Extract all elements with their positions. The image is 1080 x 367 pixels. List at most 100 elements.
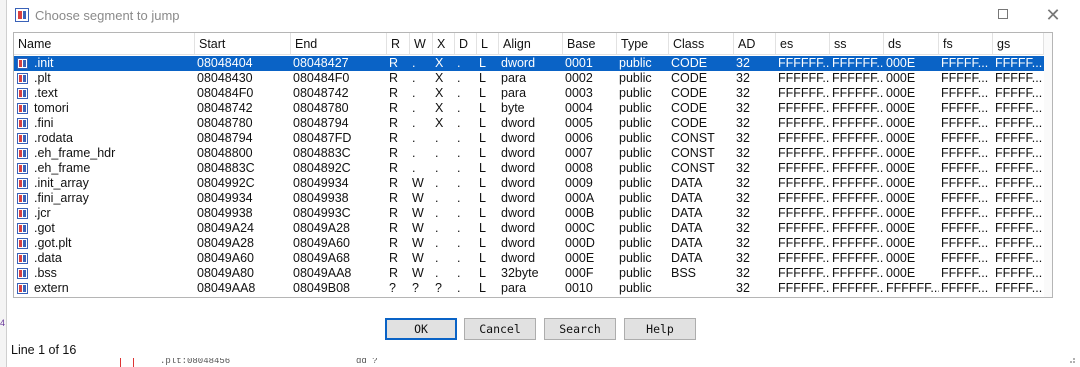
cell-gs: FFFFF... [995,251,1043,265]
cell-end: 080484F0 [293,71,350,85]
segment-icon [17,118,28,129]
column-header-cls[interactable]: Class [669,33,734,55]
cell-align: dword [501,116,536,130]
cell-x: . [435,236,439,250]
cell-type: public [619,221,652,235]
ok-button[interactable]: OK [385,318,457,340]
segment-icon [17,163,28,174]
table-row[interactable]: .text 080484F0 08048742 R. X. Lpara 0003 public… [14,86,1044,101]
cell-w: W [412,251,424,265]
cell-name: .text [34,86,58,100]
table-row[interactable]: .fini 08048780 08048794 R. X. Ldword 0005 publi… [14,116,1044,131]
cell-x: . [435,146,439,160]
column-header-ad[interactable]: AD [734,33,776,55]
cell-align: para [501,281,527,295]
cell-w: W [412,206,424,220]
cell-cls: DATA [671,176,703,190]
cell-l: L [479,191,486,205]
cell-x: . [435,176,439,190]
cancel-button[interactable]: Cancel [464,318,536,340]
cell-base: 0006 [565,131,593,145]
cell-ad: 32 [736,236,750,250]
cell-start: 08048430 [197,71,253,85]
table-row[interactable]: .init_array 0804992C 08049934 R W.. Ldword 000… [14,176,1044,191]
cell-name: .data [34,251,62,265]
table-row[interactable]: .init 08048404 08048427 R. X. Ldword 0001 publi… [14,56,1044,71]
table-row[interactable]: .eh_frame_hdr 08048800 0804883C R... Ldword 0… [14,146,1044,161]
column-header-end[interactable]: End [291,33,387,55]
cell-x: X [435,101,444,115]
table-row[interactable]: .eh_frame 0804883C 0804892C R... Ldword 0008 p… [14,161,1044,176]
column-header-x[interactable]: X [433,33,455,55]
table-row[interactable]: .jcr 08049938 0804993C R W.. Ldword 000B public… [14,206,1044,221]
column-header-l[interactable]: L [477,33,499,55]
cell-ds: 000E [886,116,916,130]
column-header-r[interactable]: R [387,33,410,55]
cell-base: 000D [565,236,595,250]
column-header-start[interactable]: Start [195,33,291,55]
cell-start: 080484F0 [197,86,254,100]
cell-ad: 32 [736,101,750,115]
cell-ds: 000E [886,176,916,190]
column-header-w[interactable]: W [410,33,433,55]
column-header-fs[interactable]: fs [939,33,993,55]
table-row[interactable]: .bss 08049A80 08049AA8 R W.. L 32byte 000F publi… [14,266,1044,281]
cell-end: 0804883C [293,146,351,160]
table-row[interactable]: tomori 08048742 08048780 R. X. Lbyte 0004 publi… [14,101,1044,116]
column-header-ss[interactable]: ss [830,33,884,55]
cell-ad: 32 [736,251,750,265]
segment-icon [17,253,28,264]
cell-es: FFFFFF... [778,71,830,85]
column-header-d[interactable]: D [455,33,477,55]
table-row[interactable]: .data 08049A60 08049A68 R W.. Ldword 000E publi… [14,251,1044,266]
cell-base: 000A [565,191,595,205]
cell-cls: DATA [671,236,703,250]
cell-l: L [479,266,486,280]
cell-es: FFFFFF... [778,161,830,175]
cell-w: W [412,191,424,205]
column-header-type[interactable]: Type [617,33,669,55]
cell-es: FFFFFF... [778,236,830,250]
column-header-ds[interactable]: ds [884,33,939,55]
cell-base: 0008 [565,161,593,175]
cell-ss: FFFFFF... [832,251,884,265]
cell-es: FFFFFF... [778,116,830,130]
title-bar[interactable]: Choose segment to jump ✕ [7,0,1080,32]
segment-list[interactable]: Name Start End R W X D L Align Base Type Class AD es s… [13,32,1053,298]
cell-align: dword [501,131,536,145]
cell-start: 08048794 [197,131,253,145]
segment-icon [17,88,28,99]
column-header-es[interactable]: es [776,33,830,55]
cell-base: 0010 [565,281,593,295]
cell-ad: 32 [736,71,750,85]
column-header-gs[interactable]: gs [993,33,1044,55]
cell-end: 08048780 [293,101,349,115]
background-mark: 4 [0,318,6,328]
cell-ss: FFFFFF... [832,161,884,175]
cell-d: . [457,236,461,250]
table-row[interactable]: .rodata 08048794 080487FD R... Ldword 0006 pub… [14,131,1044,146]
resize-grip-icon[interactable] [1066,354,1076,364]
cell-ad: 32 [736,116,750,130]
table-row[interactable]: extern 08049AA8 08049B08???. Lpara 0010 publi… [14,281,1044,296]
column-header-align[interactable]: Align [499,33,563,55]
column-header-name[interactable]: Name [14,33,195,55]
cell-ad: 32 [736,86,750,100]
cell-r: R [389,251,399,265]
table-row[interactable]: .got.plt 08049A28 08049A60 R W.. Ldword 000D pu… [14,236,1044,251]
close-button[interactable]: ✕ [1031,2,1075,30]
cell-start: 08049934 [197,191,253,205]
table-row[interactable]: .fini_array 08049934 08049938 R W.. Ldword 000… [14,191,1044,206]
cell-ds: 000E [886,101,916,115]
cell-start: 08048742 [197,101,253,115]
cell-l: L [479,161,486,175]
maximize-button[interactable] [981,2,1025,30]
table-row[interactable]: .plt 08048430 080484F0 R. X. Lpara 0002 public C… [14,71,1044,86]
help-button[interactable]: Help [624,318,696,340]
table-row[interactable]: .got 08049A24 08049A28 R W.. Ldword 000C public… [14,221,1044,236]
cell-type: public [619,56,652,70]
search-button[interactable]: Search [544,318,616,340]
cell-w: W [412,176,424,190]
column-header-base[interactable]: Base [563,33,617,55]
vertical-scrollbar[interactable] [1044,33,1052,297]
